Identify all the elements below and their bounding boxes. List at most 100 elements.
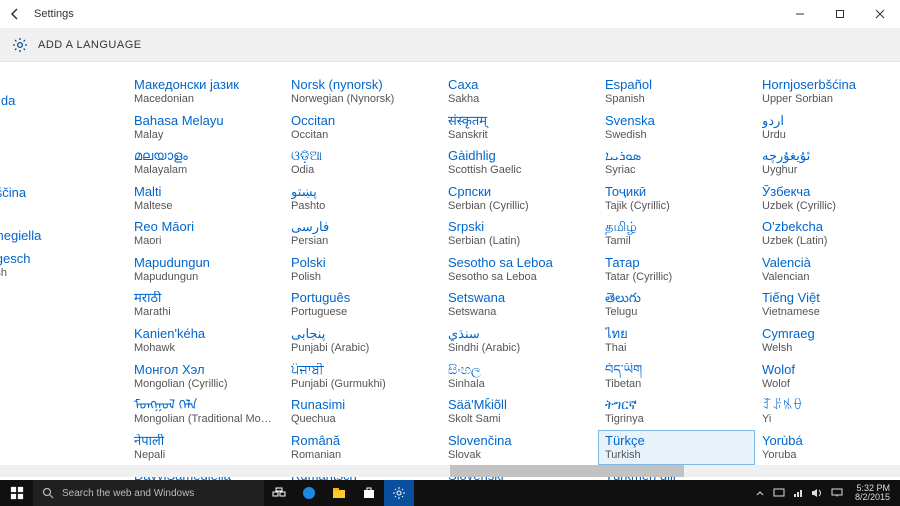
gear-icon	[393, 487, 405, 499]
network-icon[interactable]	[793, 488, 803, 498]
language-item[interactable]: ValenciàValencian	[755, 252, 900, 288]
language-item[interactable]: پنجابیPunjabi (Arabic)	[284, 323, 441, 359]
language-item[interactable]: ܣܘܪܝܝܐSyriac	[598, 145, 755, 181]
language-item[interactable]: YorùbáYoruba	[755, 430, 900, 466]
horizontal-scrollbar[interactable]	[0, 464, 900, 478]
language-item[interactable]	[0, 158, 127, 166]
language-item[interactable]: ਪੰਜਾਬੀPunjabi (Gurmukhi)	[284, 359, 441, 395]
language-native-name: uergesch	[0, 252, 120, 267]
chevron-up-icon[interactable]	[755, 488, 765, 498]
language-item[interactable]: Македонски јазикMacedonian	[127, 74, 284, 110]
language-item[interactable]: བོད་ཡིགTibetan	[598, 359, 755, 395]
language-native-name: Mapudungun	[134, 256, 277, 271]
language-item[interactable]: SrpskiSerbian (Latin)	[441, 216, 598, 252]
language-item[interactable]	[0, 74, 127, 82]
language-native-name: Татар	[605, 256, 748, 271]
language-item[interactable]: PolskiPolish	[284, 252, 441, 288]
language-item[interactable]: ଓଡ଼ିଆOdia	[284, 145, 441, 181]
language-item[interactable]: मराठीMarathi	[127, 287, 284, 323]
language-item[interactable]: WolofWolof	[755, 359, 900, 395]
start-button[interactable]	[0, 480, 34, 506]
language-item[interactable]: GàidhligScottish Gaelic	[441, 145, 598, 181]
language-item[interactable]	[0, 166, 127, 174]
graphics-icon[interactable]	[773, 488, 785, 498]
language-item[interactable]: ТатарTatar (Cyrillic)	[598, 252, 755, 288]
language-item[interactable]: ไทยThai	[598, 323, 755, 359]
language-item[interactable]: ئۇيغۇرچەUyghur	[755, 145, 900, 181]
language-item[interactable]: Монгол ХэлMongolian (Cyrillic)	[127, 359, 284, 395]
language-item[interactable]: OccitanOccitan	[284, 110, 441, 146]
language-item[interactable]: erbščinan	[0, 182, 127, 218]
language-english-name: Mohawk	[134, 342, 277, 355]
language-item[interactable]: తెలుగుTelugu	[598, 287, 755, 323]
language-native-name: Română	[291, 434, 434, 449]
language-item[interactable]: മലയാളംMalayalam	[127, 145, 284, 181]
language-item[interactable]: uergeschurgish	[0, 248, 127, 284]
language-item[interactable]: سنڌيSindhi (Arabic)	[441, 323, 598, 359]
maximize-button[interactable]	[820, 0, 860, 28]
language-item[interactable]: СрпскиSerbian (Cyrillic)	[441, 181, 598, 217]
language-english-name: Odia	[291, 164, 434, 177]
language-item[interactable]: Kanien'kéhaMohawk	[127, 323, 284, 359]
language-item[interactable]: RomânăRomanian	[284, 430, 441, 466]
language-item[interactable]: ЎзбекчаUzbek (Cyrillic)	[755, 181, 900, 217]
language-item[interactable]: Sámegiella	[0, 225, 127, 248]
scrollbar-thumb[interactable]	[450, 465, 684, 477]
language-item[interactable]	[0, 174, 127, 182]
language-item[interactable]: SetswanaSetswana	[441, 287, 598, 323]
language-item[interactable]	[0, 142, 127, 150]
volume-icon[interactable]	[811, 488, 823, 498]
language-english-name: Nepali	[134, 449, 277, 462]
language-item[interactable]: MapudungunMapudungun	[127, 252, 284, 288]
language-item[interactable]	[0, 217, 127, 225]
language-item[interactable]: اردوUrdu	[755, 110, 900, 146]
language-item[interactable]: EspañolSpanish	[598, 74, 755, 110]
store-button[interactable]	[354, 480, 384, 506]
language-item[interactable]	[0, 126, 127, 134]
minimize-button[interactable]	[780, 0, 820, 28]
language-item[interactable]: SvenskaSwedish	[598, 110, 755, 146]
language-english-name: Scottish Gaelic	[448, 164, 591, 177]
language-item[interactable]: संस्कृतम्Sanskrit	[441, 110, 598, 146]
settings-taskbar-button[interactable]	[384, 480, 414, 506]
language-item[interactable]: MaltiMaltese	[127, 181, 284, 217]
action-center-icon[interactable]	[831, 488, 843, 498]
language-item[interactable]: ТоҷикӣTajik (Cyrillic)	[598, 181, 755, 217]
task-view-button[interactable]	[264, 480, 294, 506]
edge-button[interactable]	[294, 480, 324, 506]
language-item[interactable]: Norsk (nynorsk)Norwegian (Nynorsk)	[284, 74, 441, 110]
language-item[interactable]: සිංහලSinhala	[441, 359, 598, 395]
search-box[interactable]: Search the web and Windows	[34, 480, 264, 506]
clock[interactable]: 5:32 PM 8/2/2015	[851, 484, 894, 503]
language-item[interactable]: СахаSakha	[441, 74, 598, 110]
language-item[interactable]: فارسیPersian	[284, 216, 441, 252]
language-item[interactable]: پښتوPashto	[284, 181, 441, 217]
language-item[interactable]: ꆈꌠꁱꂷYi	[755, 394, 900, 430]
file-explorer-button[interactable]	[324, 480, 354, 506]
language-item[interactable]: Reo MāoriMaori	[127, 216, 284, 252]
language-item[interactable]: PortuguêsPortuguese	[284, 287, 441, 323]
language-item[interactable]: HornjoserbšćinaUpper Sorbian	[755, 74, 900, 110]
language-item[interactable]: O'zbekchaUzbek (Latin)	[755, 216, 900, 252]
language-english-name: Uyghur	[762, 164, 900, 177]
language-item[interactable]: தமிழ்Tamil	[598, 216, 755, 252]
language-english-name: Uzbek (Latin)	[762, 235, 900, 248]
language-item[interactable]: ᠮᠣᠩᠭᠣᠯ ᠬᠡᠯᠡMongolian (Traditional Mongol…	[127, 394, 284, 430]
language-item[interactable]: SlovenčinaSlovak	[441, 430, 598, 466]
language-item[interactable]: Sesotho sa LeboaSesotho sa Leboa	[441, 252, 598, 288]
language-item[interactable]: Tiếng ViệtVietnamese	[755, 287, 900, 323]
language-item[interactable]: TürkçeTurkish	[598, 430, 755, 466]
language-item[interactable]: Bahasa MelayuMalay	[127, 110, 284, 146]
language-item[interactable]	[0, 150, 127, 158]
language-item[interactable]: ትግርኛTigrinya	[598, 394, 755, 430]
language-item[interactable]: wandali	[0, 90, 127, 126]
language-item[interactable]: नेपालीNepali	[127, 430, 284, 466]
language-item[interactable]: CymraegWelsh	[755, 323, 900, 359]
language-item[interactable]	[0, 134, 127, 142]
close-button[interactable]	[860, 0, 900, 28]
language-item[interactable]: Sää'MǩiõllSkolt Sami	[441, 394, 598, 430]
system-tray[interactable]: 5:32 PM 8/2/2015	[755, 484, 900, 503]
language-item[interactable]: RunasimiQuechua	[284, 394, 441, 430]
language-item[interactable]	[0, 82, 127, 90]
back-button[interactable]	[8, 6, 24, 22]
